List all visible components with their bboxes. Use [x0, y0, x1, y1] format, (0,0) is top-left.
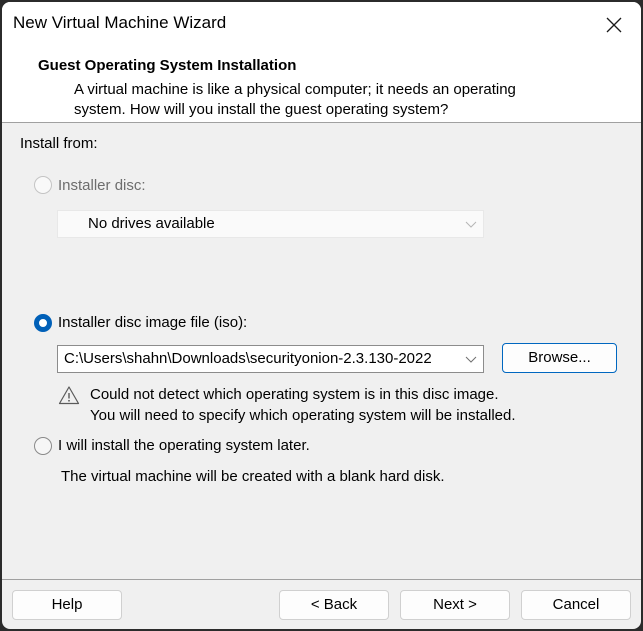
page-description: A virtual machine is like a physical com… [74, 80, 594, 120]
chevron-down-icon [465, 221, 477, 228]
close-icon [606, 17, 622, 33]
install-later-radio[interactable] [34, 437, 52, 455]
install-later-label: I will install the operating system late… [58, 437, 310, 454]
description-line-2: system. How will you install the guest o… [74, 101, 449, 118]
iso-file-radio[interactable] [34, 314, 52, 332]
installer-disc-dropdown-value: No drives available [88, 215, 215, 232]
wizard-window: New Virtual Machine Wizard Guest Operati… [2, 2, 641, 629]
iso-file-label: Installer disc image file (iso): [58, 314, 248, 331]
wizard-header: Guest Operating System Installation A vi… [2, 48, 641, 123]
iso-path-combobox[interactable]: C:\Users\shahn\Downloads\securityonion-2… [57, 345, 484, 373]
next-button[interactable]: Next > [400, 590, 510, 620]
description-line-1: A virtual machine is like a physical com… [74, 81, 516, 98]
back-button[interactable]: < Back [279, 590, 389, 620]
iso-path-value[interactable]: C:\Users\shahn\Downloads\securityonion-2… [64, 346, 461, 372]
close-button[interactable] [599, 10, 629, 40]
install-from-label: Install from: [20, 135, 98, 152]
title-bar: New Virtual Machine Wizard [2, 2, 641, 48]
warning-icon [58, 386, 80, 405]
help-button[interactable]: Help [12, 590, 122, 620]
cancel-button[interactable]: Cancel [521, 590, 631, 620]
warning-line-1: Could not detect which operating system … [90, 386, 499, 403]
footer-divider [2, 579, 641, 580]
browse-button[interactable]: Browse... [502, 343, 617, 373]
os-detection-warning: Could not detect which operating system … [90, 384, 516, 426]
installer-disc-radio[interactable] [34, 176, 52, 194]
window-title: New Virtual Machine Wizard [13, 13, 227, 32]
page-title: Guest Operating System Installation [38, 57, 297, 74]
chevron-down-icon[interactable] [465, 354, 477, 364]
installer-disc-dropdown[interactable]: No drives available [57, 210, 484, 238]
install-later-note: The virtual machine will be created with… [61, 468, 445, 485]
warning-line-2: You will need to specify which operating… [90, 407, 516, 424]
installer-disc-label: Installer disc: [58, 177, 146, 194]
